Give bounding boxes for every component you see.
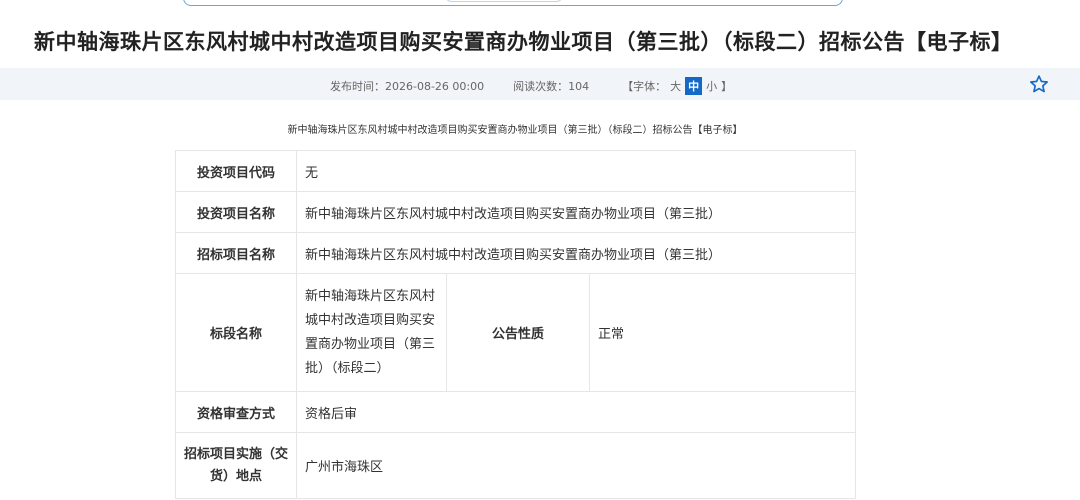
review-value: 资格后审 xyxy=(295,391,857,433)
nature-value: 正常 xyxy=(588,273,857,392)
table-row: 资格审查方式 资格后审 xyxy=(175,391,857,433)
page-title: 新中轴海珠片区东风村城中村改造项目购买安置商办物业项目（第三批）（标段二）招标公… xyxy=(34,30,1013,54)
row-label: 投资项目代码 xyxy=(175,150,297,192)
publish-time: 2026-08-26 00:00 xyxy=(385,79,485,93)
header-frame-edge xyxy=(183,0,843,6)
views-count: 104 xyxy=(568,79,590,93)
table-row: 招标项目名称 新中轴海珠片区东风村城中村改造项目购买安置商办物业项目（第三批） xyxy=(175,232,857,274)
section-label: 标段名称 xyxy=(175,273,297,392)
font-size-large[interactable]: 大 xyxy=(666,78,685,94)
location-value: 广州市海珠区 xyxy=(295,432,857,499)
tender-info-table: 投资项目代码 无 投资项目名称 新中轴海珠片区东风村城中村改造项目购买安置商办物… xyxy=(175,150,857,499)
views-label: 阅读次数： xyxy=(513,80,569,93)
nature-label: 公告性质 xyxy=(446,273,590,392)
font-size-small[interactable]: 小 xyxy=(702,78,721,94)
section-value: 新中轴海珠片区东风村城中村改造项目购买安置商办物业项目（第三批）（标段二） xyxy=(296,273,447,392)
star-icon[interactable] xyxy=(1029,74,1049,94)
font-size-medium[interactable]: 中 xyxy=(685,77,703,95)
table-row: 标段名称 新中轴海珠片区东风村城中村改造项目购买安置商办物业项目（第三批）（标段… xyxy=(175,273,857,392)
row-label: 投资项目名称 xyxy=(175,191,297,233)
row-value: 无 xyxy=(295,150,857,192)
page-subtitle: 新中轴海珠片区东风村城中村改造项目购买安置商办物业项目（第三批）（标段二）招标公… xyxy=(287,125,743,136)
table-row: 投资项目代码 无 xyxy=(175,150,857,192)
table-row: 招标项目实施（交货）地点 广州市海珠区 xyxy=(175,432,857,499)
meta-bar: 发布时间：2026-08-26 00:00 阅读次数：104 【字体：大中小】 xyxy=(0,68,1080,100)
row-value: 新中轴海珠片区东风村城中村改造项目购买安置商办物业项目（第三批） xyxy=(295,191,857,233)
row-label: 招标项目名称 xyxy=(175,232,297,274)
meta-info: 发布时间：2026-08-26 00:00 阅读次数：104 【字体：大中小】 xyxy=(330,77,732,95)
review-label: 资格审查方式 xyxy=(175,391,297,433)
font-size-control: 【字体：大中小】 xyxy=(622,77,732,95)
location-label: 招标项目实施（交货）地点 xyxy=(175,432,297,499)
publish-label: 发布时间： xyxy=(330,80,385,93)
table-row: 投资项目名称 新中轴海珠片区东风村城中村改造项目购买安置商办物业项目（第三批） xyxy=(175,191,857,233)
row-value: 新中轴海珠片区东风村城中村改造项目购买安置商办物业项目（第三批） xyxy=(295,232,857,274)
